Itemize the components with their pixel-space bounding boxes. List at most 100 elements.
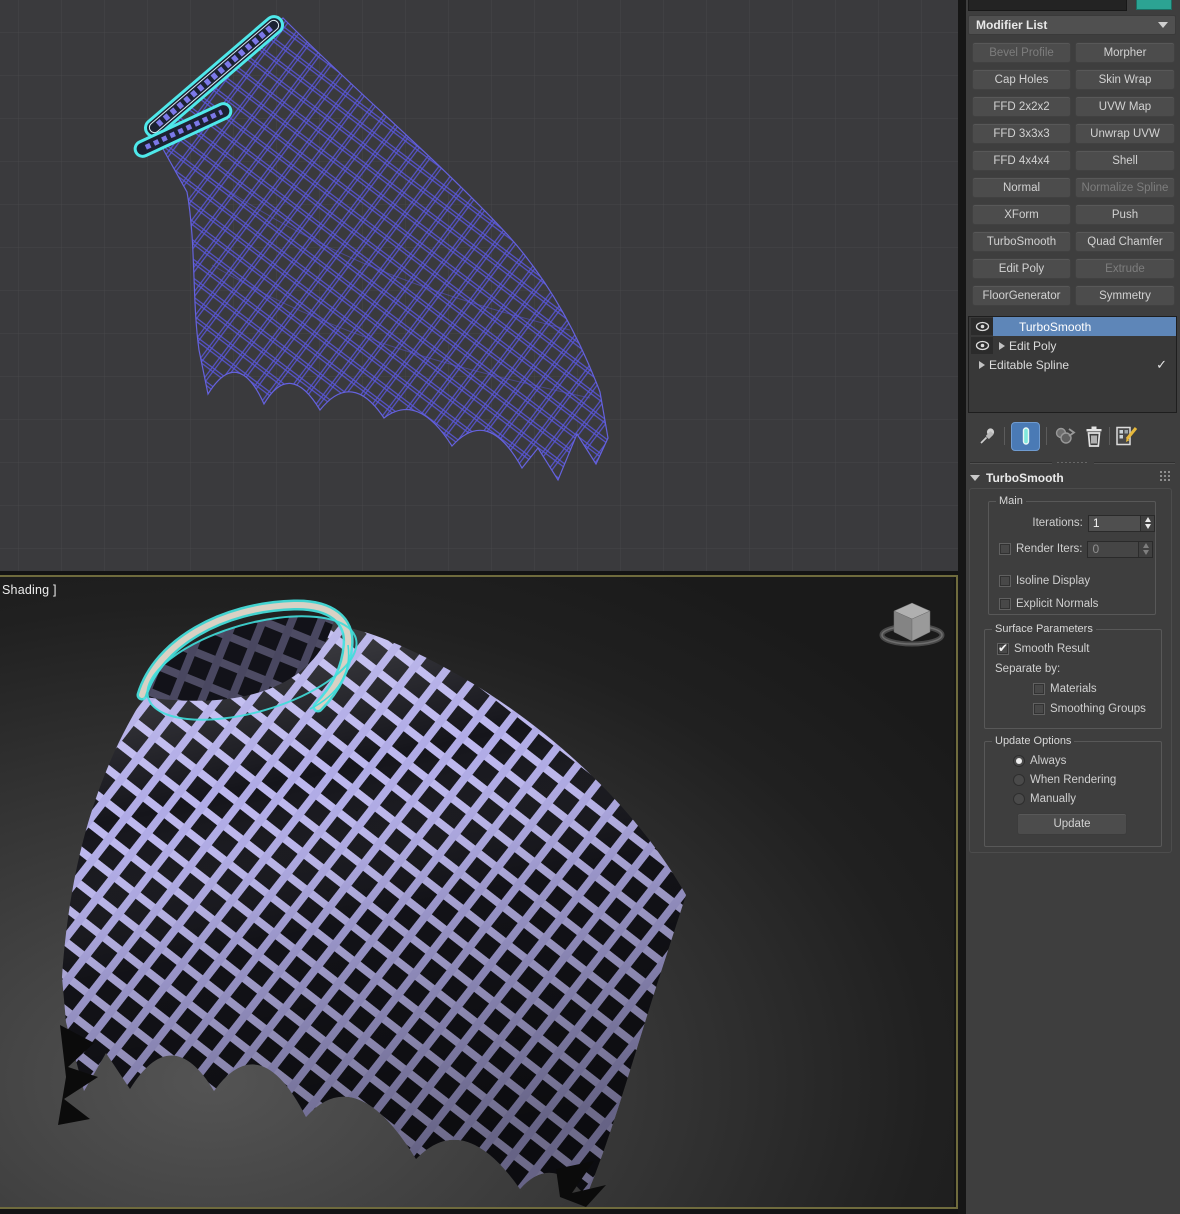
iterations-label: Iterations:	[1032, 517, 1083, 529]
remove-modifier-button[interactable]	[1085, 426, 1103, 447]
turbosmooth-rollout-header[interactable]: TurboSmooth	[970, 470, 1175, 486]
viewport-wireframe[interactable]	[0, 0, 958, 571]
pin-icon	[980, 428, 995, 444]
render-iters-value: 0	[1092, 542, 1100, 556]
modifier-button-skin-wrap[interactable]: Skin Wrap	[1075, 69, 1175, 90]
render-iters-checkbox[interactable]	[999, 543, 1011, 555]
modifier-button-xform[interactable]: XForm	[972, 204, 1071, 225]
modifier-button-bevel-profile: Bevel Profile	[972, 42, 1071, 63]
show-end-result-button[interactable]	[1011, 421, 1040, 451]
object-name-input[interactable]	[968, 0, 1127, 11]
configure-modifier-sets-button[interactable]	[1116, 426, 1138, 446]
isoline-display-label: Isoline Display	[1016, 575, 1091, 587]
main-group: Main Iterations: 1 Render Iters: 0 Isoli…	[988, 495, 1156, 615]
turbosmooth-rollout-body: Main Iterations: 1 Render Iters: 0 Isoli…	[969, 488, 1172, 853]
isoline-display-checkbox[interactable]	[999, 575, 1011, 587]
make-unique-icon	[1055, 427, 1076, 444]
spinner-arrows	[1138, 541, 1152, 557]
eye-icon	[975, 340, 989, 351]
always-label: Always	[1030, 755, 1067, 767]
modifier-list-dropdown[interactable]: Modifier List	[968, 15, 1176, 35]
chevron-down-icon	[1158, 22, 1168, 28]
modifier-button-ffd-3x3x3[interactable]: FFD 3x3x3	[972, 123, 1071, 144]
toolbar-separator	[1109, 427, 1110, 445]
update-options-label: Update Options	[992, 735, 1075, 747]
modifier-button-floorgenerator[interactable]: FloorGenerator	[972, 285, 1071, 306]
stack-item-label[interactable]: Editable Spline	[989, 355, 1069, 374]
eye-icon	[975, 321, 989, 332]
smoothing-groups-label: Smoothing Groups	[1050, 703, 1146, 715]
shaded-canvas	[0, 577, 954, 1207]
3dsmax-window: Shading ] Modifier List Bevel Profile Mo…	[0, 0, 1180, 1214]
modifier-button-edit-poly[interactable]: Edit Poly	[972, 258, 1071, 279]
visibility-toggle[interactable]	[971, 318, 993, 335]
render-iters-label: Render Iters:	[1016, 543, 1083, 555]
toolbar-separator	[1004, 427, 1005, 445]
modifier-button-shell[interactable]: Shell	[1075, 150, 1175, 171]
stack-toolbar	[968, 419, 1177, 453]
stack-row-edit-poly[interactable]: Edit Poly	[969, 336, 1176, 355]
expand-arrow-icon[interactable]	[979, 360, 985, 369]
surface-parameters-label: Surface Parameters	[992, 623, 1096, 635]
panel-splitter[interactable]: ········	[970, 458, 1176, 467]
iterations-value[interactable]: 1	[1089, 516, 1140, 531]
modifier-button-grid: Bevel Profile Morpher Cap Holes Skin Wra…	[972, 42, 1175, 306]
viewport-shaded-active[interactable]	[0, 575, 958, 1209]
stack-row-turbosmooth[interactable]: TurboSmooth	[969, 317, 1176, 336]
smoothing-groups-checkbox[interactable]	[1033, 703, 1045, 715]
modifier-button-quad-chamfer[interactable]: Quad Chamfer	[1075, 231, 1175, 252]
smooth-result-checkbox[interactable]	[997, 641, 1009, 655]
modifier-stack: TurboSmooth Edit Poly Editable Spline ✓	[968, 316, 1177, 413]
always-radio[interactable]	[1013, 755, 1025, 767]
update-button[interactable]: Update	[1017, 813, 1127, 835]
expand-arrow-icon[interactable]	[999, 341, 1005, 350]
modifier-button-normal[interactable]: Normal	[972, 177, 1071, 198]
update-options-group: Update Options Always When Rendering Man…	[984, 735, 1162, 847]
modifier-button-symmetry[interactable]: Symmetry	[1075, 285, 1175, 306]
modifier-button-morpher[interactable]: Morpher	[1075, 42, 1175, 63]
viewport-panel-divider[interactable]	[958, 0, 966, 1214]
viewport-shading-label[interactable]: Shading ]	[2, 583, 57, 597]
manually-label: Manually	[1030, 793, 1077, 805]
stack-item-label[interactable]: TurboSmooth	[993, 317, 1176, 336]
spinner-arrows[interactable]	[1140, 515, 1154, 531]
command-panel: Modifier List Bevel Profile Morpher Cap …	[966, 0, 1180, 1214]
modifier-button-unwrap-uvw[interactable]: Unwrap UVW	[1075, 123, 1175, 144]
explicit-normals-checkbox[interactable]	[999, 598, 1011, 610]
object-color-swatch[interactable]	[1136, 0, 1172, 10]
wireframe-canvas	[0, 0, 958, 571]
stack-row-editable-spline[interactable]: Editable Spline ✓	[969, 355, 1176, 374]
when-rendering-label: When Rendering	[1030, 774, 1117, 786]
modifier-button-ffd-2x2x2[interactable]: FFD 2x2x2	[972, 96, 1071, 117]
stack-item-label[interactable]: Edit Poly	[1009, 336, 1176, 355]
splitter-handle[interactable]: ········	[1057, 458, 1089, 467]
manually-radio[interactable]	[1013, 793, 1025, 805]
modifier-button-extrude: Extrude	[1075, 258, 1175, 279]
pin-stack-button[interactable]	[978, 426, 998, 446]
iterations-spinner[interactable]: 1	[1087, 514, 1155, 532]
render-iters-spinner: 0	[1087, 540, 1153, 558]
materials-checkbox[interactable]	[1033, 683, 1045, 695]
modifier-button-ffd-4x4x4[interactable]: FFD 4x4x4	[972, 150, 1071, 171]
configure-modifier-sets-icon	[1116, 426, 1138, 446]
modifier-button-uvw-map[interactable]: UVW Map	[1075, 96, 1175, 117]
toolbar-separator	[1046, 427, 1047, 445]
show-end-result-icon	[1022, 427, 1029, 445]
object-name-row	[966, 0, 1180, 12]
explicit-normals-label: Explicit Normals	[1016, 598, 1099, 610]
visibility-toggle[interactable]	[971, 337, 993, 354]
modifier-button-push[interactable]: Push	[1075, 204, 1175, 225]
rollout-title: TurboSmooth	[986, 471, 1064, 485]
smooth-result-label: Smooth Result	[1014, 643, 1090, 655]
materials-label: Materials	[1050, 683, 1097, 695]
modifier-button-normalize-spline: Normalize Spline	[1075, 177, 1175, 198]
trash-icon	[1086, 426, 1102, 447]
modifier-button-turbosmooth[interactable]: TurboSmooth	[972, 231, 1071, 252]
when-rendering-radio[interactable]	[1013, 774, 1025, 786]
make-unique-button[interactable]	[1053, 425, 1077, 447]
modifier-button-cap-holes[interactable]: Cap Holes	[972, 69, 1071, 90]
drag-grid-icon	[1160, 471, 1171, 485]
separate-by-label: Separate by:	[995, 663, 1061, 675]
collapse-arrow-icon	[970, 475, 980, 481]
bottom-edge	[0, 1209, 958, 1214]
